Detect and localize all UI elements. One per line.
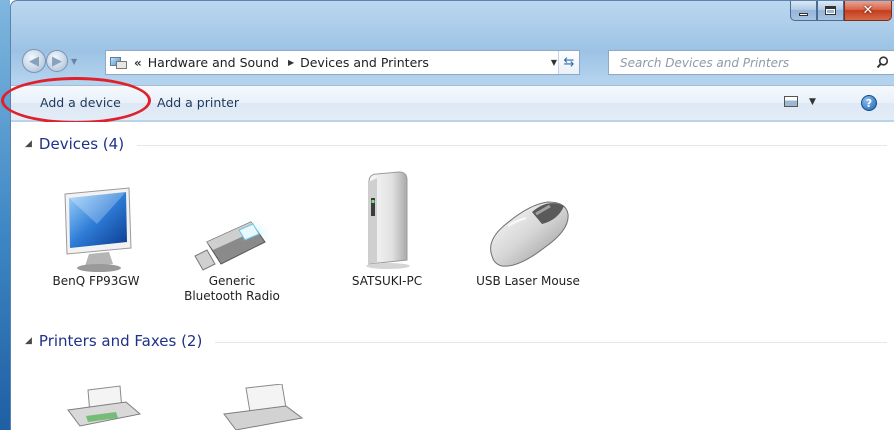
address-bar[interactable]: « Hardware and Sound ▶ Devices and Print… (105, 50, 580, 75)
refresh-icon: ⇆ (563, 55, 575, 70)
monitor-icon (64, 187, 132, 272)
fax-printer-icon (67, 385, 142, 427)
computer-tower-icon (366, 171, 410, 269)
close-button[interactable]: ✕ (844, 1, 892, 21)
close-icon: ✕ (862, 3, 874, 18)
view-icon (784, 96, 798, 107)
printer-item-printer[interactable] (201, 384, 311, 430)
collapse-triangle-icon[interactable]: ◢ (25, 336, 32, 346)
group-divider (137, 144, 887, 146)
group-header-printers[interactable]: ◢ Printers and Faxes (2) (25, 332, 887, 350)
command-bar: Add a device Add a printer ▼ ? (1, 77, 894, 124)
usb-bluetooth-icon (194, 216, 275, 271)
device-label: Generic (208, 274, 256, 288)
desktop-background (0, 0, 10, 430)
device-label: BenQ FP93GW (52, 274, 140, 288)
breadcrumb-arrow-icon[interactable]: ▶ (288, 58, 294, 67)
group-title-printers: Printers and Faxes (2) (38, 332, 203, 350)
forward-arrow-icon: ▶ (52, 53, 62, 69)
group-title-devices: Devices (4) (38, 135, 125, 153)
recent-pages-dropdown-icon[interactable]: ▼ (71, 57, 77, 66)
device-label: USB Laser Mouse (476, 274, 580, 288)
printer-item-fax[interactable] (51, 384, 151, 430)
maximize-icon (825, 6, 836, 15)
address-dropdown-icon[interactable]: ▼ (551, 58, 557, 67)
device-item-satsuki-pc[interactable]: SATSUKI-PC (332, 164, 442, 289)
search-input[interactable]: Search Devices and Printers (608, 50, 894, 75)
help-button[interactable]: ? (861, 95, 877, 111)
device-item-benq[interactable]: BenQ FP93GW (41, 184, 151, 289)
back-button[interactable]: ◀ (22, 49, 46, 73)
device-content-pane: ◢ Devices (4) BenQ FP93GW Generic Blueto… (11, 122, 894, 430)
add-printer-button[interactable]: Add a printer (157, 95, 239, 110)
printer-icon (223, 384, 304, 430)
mouse-icon (490, 201, 569, 267)
collapse-triangle-icon[interactable]: ◢ (25, 139, 32, 149)
explorer-window: ✕ ◀ ▶ ▼ « Hardware and Sound ▶ Devices a… (1, 0, 894, 430)
breadcrumb-devices-and-printers[interactable]: Devices and Printers (300, 55, 429, 70)
device-item-bluetooth-radio[interactable]: Generic Bluetooth Radio (173, 184, 291, 304)
view-dropdown-icon[interactable]: ▼ (809, 97, 816, 107)
group-divider (215, 341, 887, 343)
breadcrumb-hardware-and-sound[interactable]: Hardware and Sound (148, 55, 279, 70)
device-item-usb-laser-mouse[interactable]: USB Laser Mouse (473, 184, 583, 289)
add-device-button[interactable]: Add a device (40, 95, 121, 110)
navigation-row: ◀ ▶ ▼ « Hardware and Sound ▶ Devices and… (11, 46, 894, 75)
maximize-button[interactable] (817, 1, 844, 21)
devices-and-printers-icon (110, 56, 128, 70)
forward-button[interactable]: ▶ (46, 50, 68, 72)
breadcrumb-overflow-button[interactable]: « (134, 56, 142, 70)
change-view-button[interactable]: ▼ (784, 96, 816, 107)
device-label-line-2: Bluetooth Radio (184, 289, 280, 303)
minimize-icon (799, 12, 808, 16)
search-placeholder: Search Devices and Printers (620, 55, 790, 70)
device-label: SATSUKI-PC (351, 274, 423, 288)
search-icon[interactable] (872, 56, 892, 69)
group-header-devices[interactable]: ◢ Devices (4) (25, 135, 887, 153)
back-arrow-icon: ◀ (29, 53, 39, 69)
refresh-button[interactable]: ⇆ (558, 51, 579, 74)
minimize-button[interactable] (790, 1, 817, 21)
caption-buttons: ✕ (790, 1, 892, 21)
